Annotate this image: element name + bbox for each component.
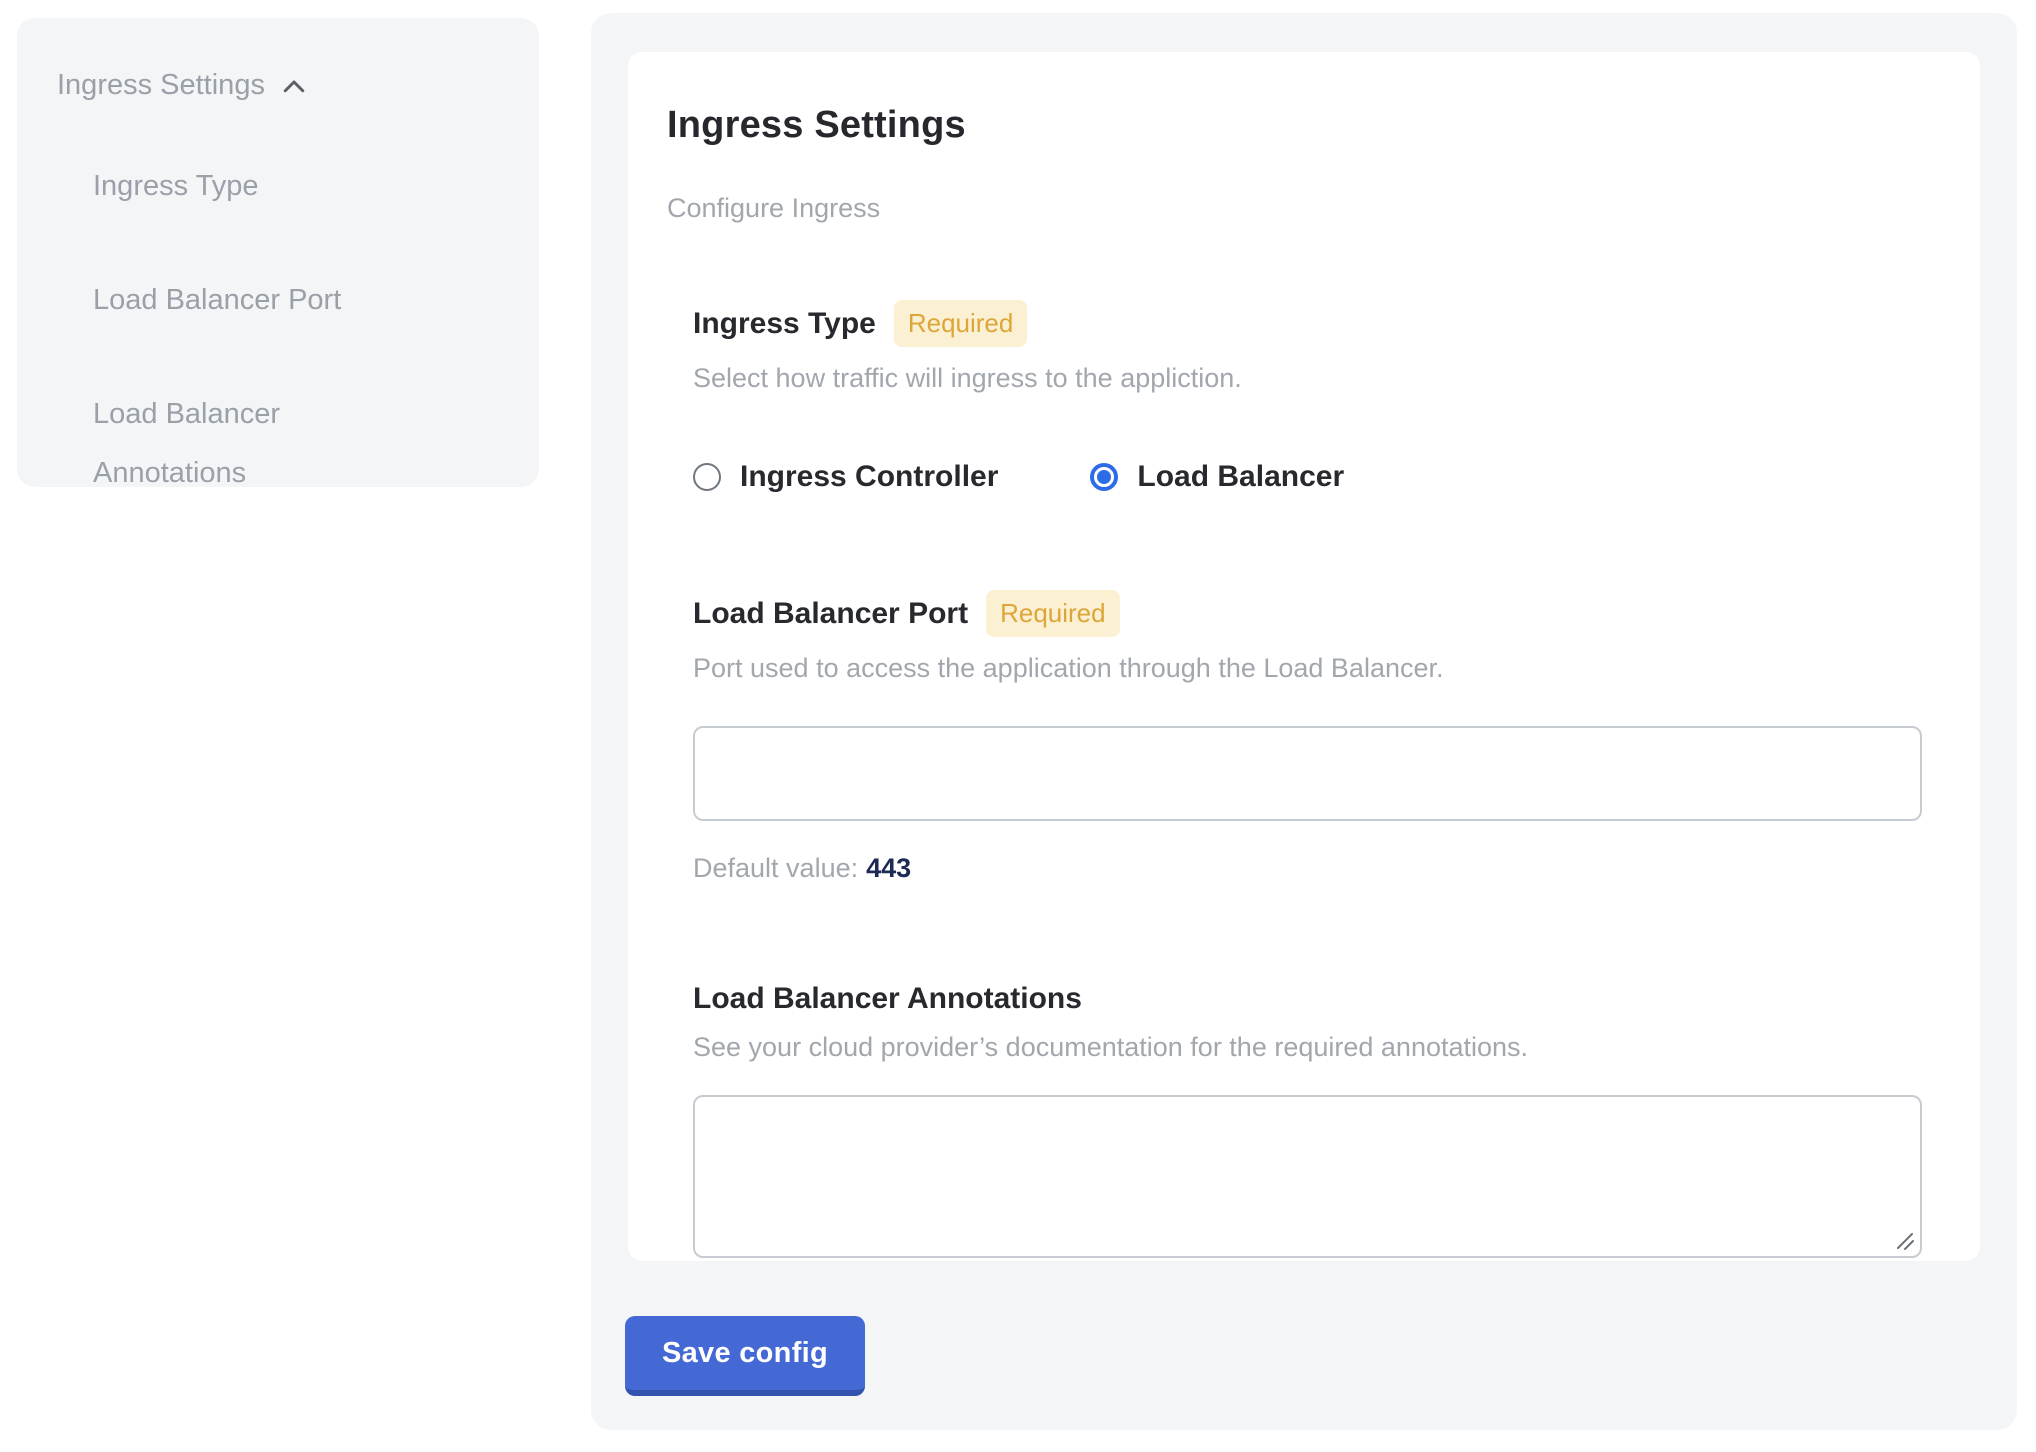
section-description: Port used to access the application thro… [693, 653, 1918, 684]
save-config-button[interactable]: Save config [625, 1316, 865, 1396]
sidebar-item-label: Ingress Settings [57, 69, 265, 102]
section-load-balancer-annotations: Load Balancer Annotations See your cloud… [693, 982, 1918, 1258]
section-load-balancer-port: Load Balancer Port Required Port used to… [693, 590, 1918, 884]
radio-label: Ingress Controller [740, 460, 998, 494]
ingress-type-radio-group: Ingress Controller Load Balancer [693, 460, 1918, 494]
page-subtitle: Configure Ingress [667, 193, 1918, 224]
page-title: Ingress Settings [667, 104, 1918, 147]
section-ingress-type: Ingress Type Required Select how traffic… [693, 300, 1918, 494]
radio-label: Load Balancer [1137, 460, 1344, 494]
chevron-up-icon [279, 72, 309, 102]
sidebar-item-load-balancer-annotations[interactable]: Load Balancer Annotations [93, 385, 423, 503]
sidebar-item-load-balancer-port[interactable]: Load Balancer Port [93, 271, 423, 330]
default-value-line: Default value: 443 [693, 853, 1918, 884]
required-badge: Required [894, 300, 1028, 347]
required-badge: Required [986, 590, 1120, 637]
section-title: Ingress Type [693, 307, 876, 341]
section-title: Load Balancer Port [693, 597, 968, 631]
radio-selected-icon[interactable] [1090, 463, 1118, 491]
radio-unselected-icon[interactable] [693, 463, 721, 491]
load-balancer-port-input[interactable] [693, 726, 1922, 821]
load-balancer-annotations-textarea[interactable] [693, 1095, 1922, 1258]
resize-handle-icon[interactable] [1894, 1230, 1916, 1252]
section-description: See your cloud provider’s documentation … [693, 1032, 1918, 1063]
radio-option-load-balancer[interactable]: Load Balancer [1090, 460, 1344, 494]
sidebar-item-ingress-settings[interactable]: Ingress Settings [57, 68, 509, 102]
ingress-settings-card: Ingress Settings Configure Ingress Ingre… [628, 52, 1980, 1261]
settings-sidebar: Ingress Settings Ingress Type Load Balan… [17, 18, 539, 487]
section-title: Load Balancer Annotations [693, 982, 1082, 1016]
default-value-label: Default value: [693, 853, 858, 883]
section-description: Select how traffic will ingress to the a… [693, 363, 1918, 394]
default-value: 443 [866, 853, 911, 883]
radio-option-ingress-controller[interactable]: Ingress Controller [693, 460, 998, 494]
annotations-textarea-wrap [693, 1095, 1922, 1258]
sidebar-item-ingress-type[interactable]: Ingress Type [93, 157, 423, 216]
